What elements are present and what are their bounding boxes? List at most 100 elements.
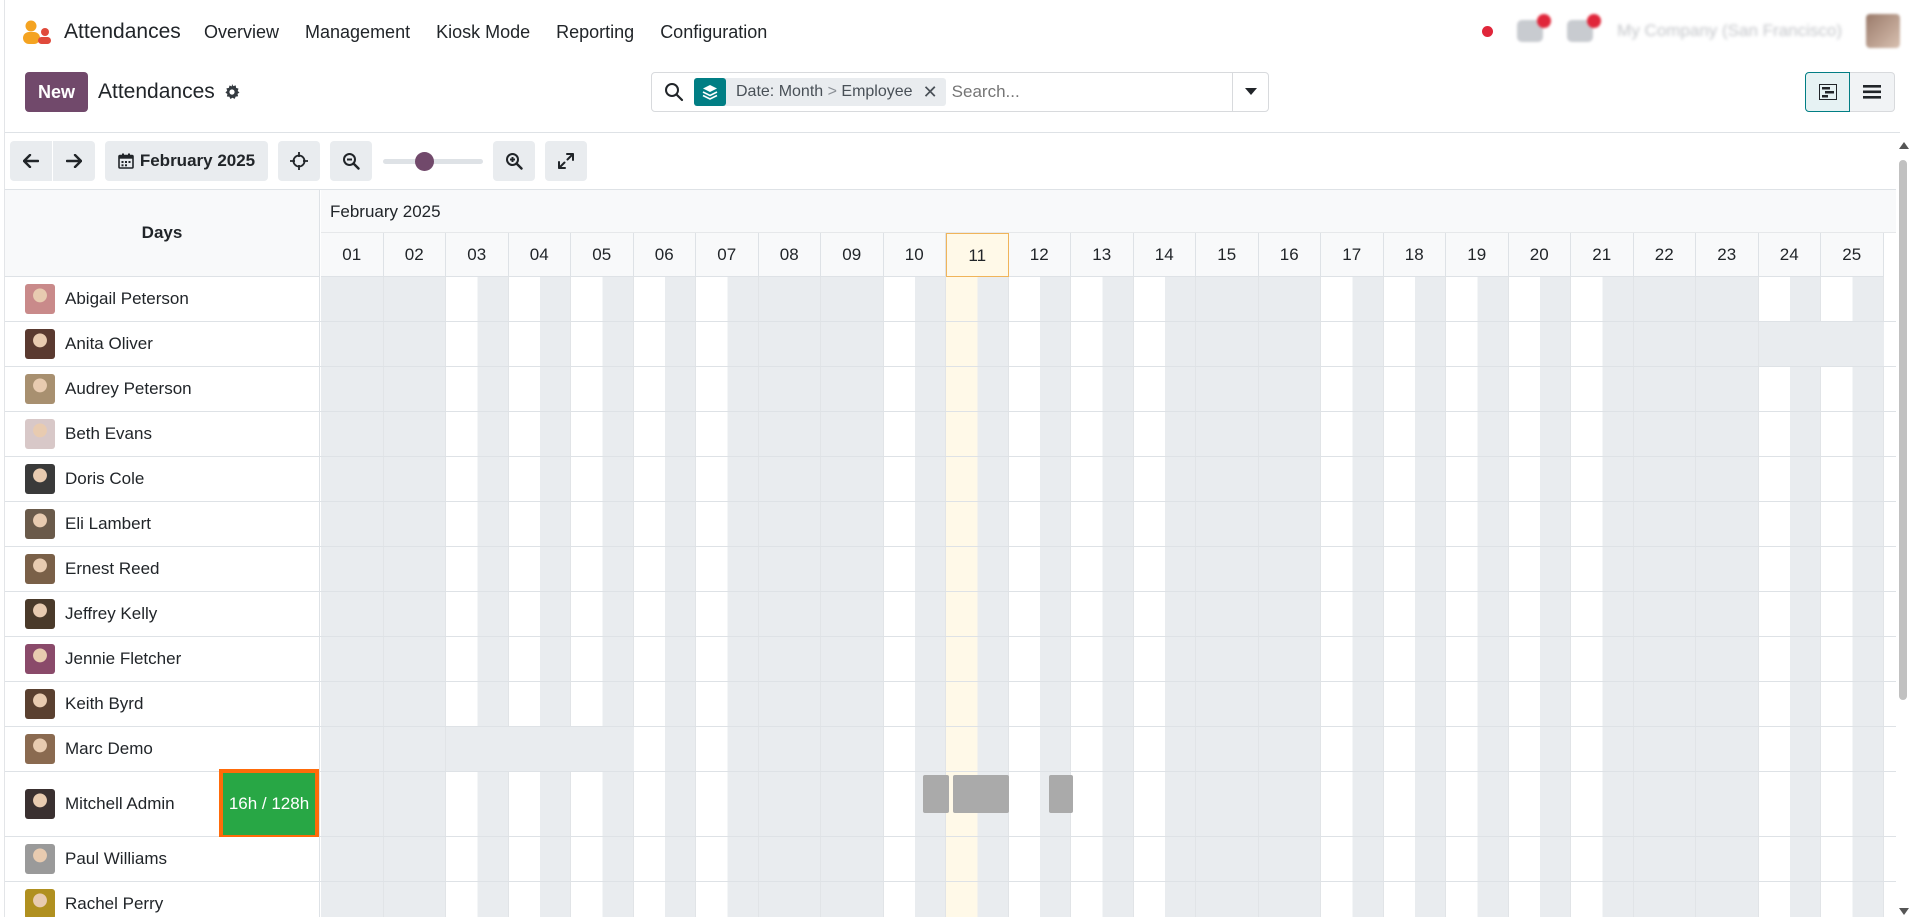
day-header-16: 16 <box>1258 233 1321 277</box>
gantt-chart: Days February 2025 01 02 03 04 05 06 07 08 09 10 1… <box>5 189 1896 917</box>
expand-button[interactable] <box>545 141 587 181</box>
search-options-toggle[interactable] <box>1232 73 1268 111</box>
avatar <box>25 789 55 819</box>
focus-today-button[interactable] <box>278 141 320 181</box>
company-switcher[interactable]: My Company (San Francisco) <box>1617 21 1842 41</box>
day-header-10: 10 <box>883 233 946 277</box>
avatar <box>25 329 55 359</box>
zoom-slider[interactable] <box>383 152 483 171</box>
next-period-button[interactable] <box>53 141 95 181</box>
list-view-button[interactable] <box>1850 72 1895 112</box>
status-dot-icon[interactable] <box>1482 25 1494 37</box>
day-header-17: 17 <box>1321 233 1384 277</box>
gantt-view-button[interactable] <box>1805 72 1850 112</box>
menu-overview[interactable]: Overview <box>204 22 279 43</box>
user-avatar[interactable] <box>1866 14 1900 48</box>
zoom-out-button[interactable] <box>330 141 372 181</box>
vertical-scrollbar[interactable] <box>1896 140 1910 917</box>
row-header[interactable]: Abigail Peterson <box>5 277 320 321</box>
arrow-left-icon <box>23 154 39 168</box>
search-facet-groupby[interactable]: Date: Month > Employee ✕ <box>694 78 946 106</box>
employee-name: Eli Lambert <box>65 514 151 533</box>
employee-name: Paul Williams <box>65 849 168 868</box>
row-header[interactable]: Beth Evans <box>5 412 320 456</box>
attendance-bar[interactable] <box>1049 775 1073 813</box>
employee-name: Ernest Reed <box>65 559 160 578</box>
gear-icon[interactable] <box>224 84 240 100</box>
prev-period-button[interactable] <box>10 141 52 181</box>
clock-icon[interactable] <box>1567 14 1602 42</box>
crosshairs-icon <box>290 152 308 170</box>
facet-remove-icon[interactable]: ✕ <box>923 82 946 103</box>
gantt-row: Audrey Peterson <box>5 367 1896 412</box>
row-header[interactable]: Audrey Peterson <box>5 367 320 411</box>
employee-name: Abigail Peterson <box>65 289 189 308</box>
layers-icon <box>694 78 726 106</box>
row-header[interactable]: Eli Lambert <box>5 502 320 546</box>
gantt-row: Beth Evans <box>5 412 1896 457</box>
search-bar: Date: Month > Employee ✕ <box>651 72 1269 112</box>
row-header[interactable]: Anita Oliver <box>5 322 320 366</box>
day-header-09: 09 <box>821 233 884 277</box>
row-header[interactable]: Jennie Fletcher <box>5 637 320 681</box>
period-picker-button[interactable]: February 2025 <box>105 141 268 181</box>
caret-down-icon <box>1244 88 1257 95</box>
avatar <box>25 599 55 629</box>
day-header-06: 06 <box>633 233 696 277</box>
row-header[interactable]: Doris Cole <box>5 457 320 501</box>
day-header-01: 01 <box>321 233 384 277</box>
gantt-row: Doris Cole <box>5 457 1896 502</box>
day-header-13: 13 <box>1071 233 1134 277</box>
employee-name: Keith Byrd <box>65 694 144 713</box>
row-header[interactable]: Marc Demo <box>5 727 320 771</box>
search-input[interactable] <box>951 82 1222 102</box>
menu-kiosk-mode[interactable]: Kiosk Mode <box>436 22 530 43</box>
day-header-11: 11 <box>946 233 1009 277</box>
attendance-bar[interactable] <box>953 775 1009 813</box>
day-header-18: 18 <box>1383 233 1446 277</box>
app-name[interactable]: Attendances <box>64 20 181 44</box>
gantt-row: Keith Byrd <box>5 682 1896 727</box>
attendance-bar[interactable] <box>923 775 949 813</box>
row-header[interactable]: Paul Williams <box>5 837 320 881</box>
avatar <box>25 889 55 917</box>
gantt-row: Jeffrey Kelly <box>5 592 1896 637</box>
row-header[interactable]: Jeffrey Kelly <box>5 592 320 636</box>
main-menu: Overview Management Kiosk Mode Reporting… <box>204 22 793 43</box>
row-header[interactable]: Keith Byrd <box>5 682 320 726</box>
menu-reporting[interactable]: Reporting <box>556 22 634 43</box>
menu-configuration[interactable]: Configuration <box>660 22 767 43</box>
menu-management[interactable]: Management <box>305 22 410 43</box>
row-header[interactable]: Rachel Perry <box>5 882 320 917</box>
day-header-20: 20 <box>1508 233 1571 277</box>
systray: My Company (San Francisco) <box>1482 14 1900 48</box>
new-button[interactable]: New <box>25 72 88 112</box>
facet-label: Date: Month > Employee <box>736 83 913 100</box>
hours-total-badge[interactable]: 16h / 128h <box>219 769 319 839</box>
zoom-in-icon <box>506 153 523 170</box>
day-header-21: 21 <box>1571 233 1634 277</box>
zoom-in-button[interactable] <box>493 141 535 181</box>
gantt-row: Marc Demo <box>5 727 1896 772</box>
row-header[interactable]: Ernest Reed <box>5 547 320 591</box>
chat-icon[interactable] <box>1517 14 1552 42</box>
gantt-row: Anita Oliver <box>5 322 1896 367</box>
attendances-logo[interactable] <box>22 20 52 46</box>
avatar <box>25 374 55 404</box>
day-header-08: 08 <box>758 233 821 277</box>
zoom-slider-handle[interactable] <box>415 152 434 171</box>
employee-name: Audrey Peterson <box>65 379 192 398</box>
gantt-icon <box>1818 84 1837 100</box>
top-navbar: Attendances Overview Management Kiosk Mo… <box>0 0 1920 66</box>
day-header-12: 12 <box>1008 233 1071 277</box>
avatar <box>25 734 55 764</box>
day-header-14: 14 <box>1133 233 1196 277</box>
gantt-row: Mitchell Admin 16h / 128h <box>5 769 1896 839</box>
employee-name: Doris Cole <box>65 469 145 488</box>
view-switcher <box>1805 72 1895 112</box>
gantt-row: Jennie Fletcher <box>5 637 1896 682</box>
gantt-row: Ernest Reed <box>5 547 1896 592</box>
day-header-04: 04 <box>508 233 571 277</box>
list-icon <box>1863 85 1881 99</box>
row-header[interactable]: Mitchell Admin 16h / 128h <box>5 769 320 839</box>
